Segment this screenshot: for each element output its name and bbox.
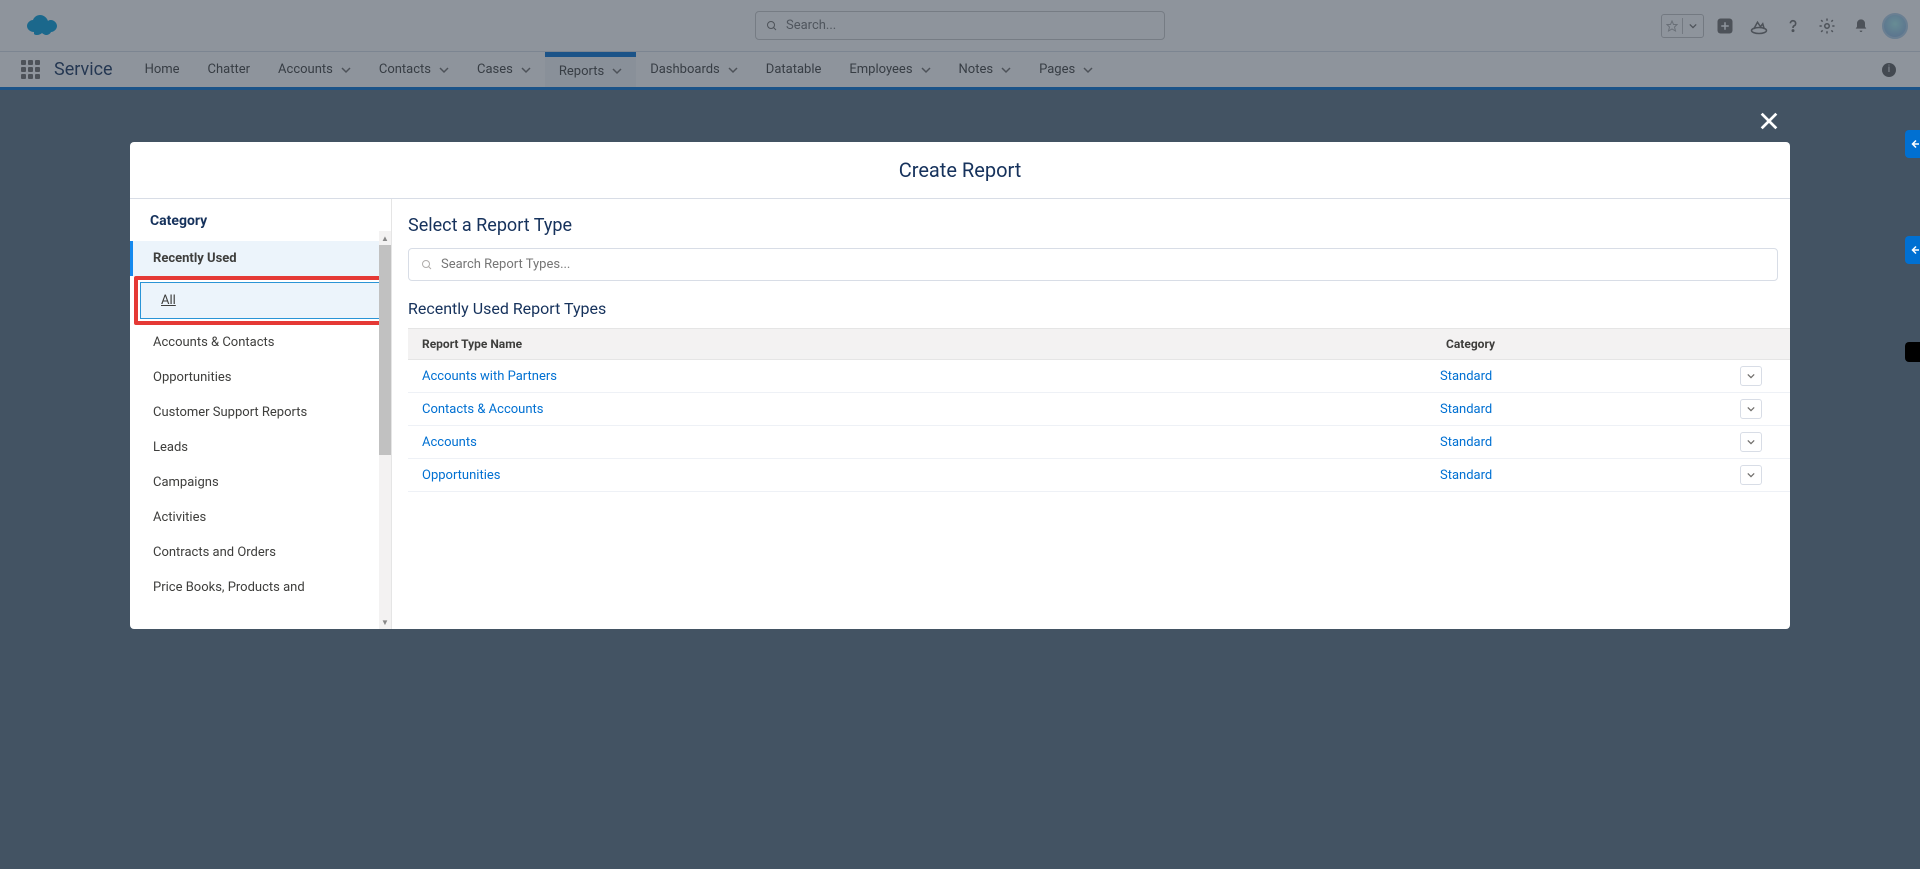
search-icon (421, 259, 433, 271)
report-type-link[interactable]: Accounts (422, 435, 1440, 450)
col-name: Report Type Name (422, 337, 1446, 351)
category-item-opportunities[interactable]: Opportunities (130, 360, 391, 395)
chevron-down-icon (1747, 372, 1755, 380)
arrow-icon (1909, 138, 1920, 150)
category-label: Activities (153, 510, 206, 525)
arrow-icon (1909, 244, 1920, 256)
report-type-category: Standard (1440, 435, 1740, 450)
close-button[interactable] (1758, 110, 1780, 136)
table-row[interactable]: Accounts Standard (408, 426, 1790, 459)
modal-backdrop: Create Report Category Recently Used All… (0, 90, 1920, 869)
scroll-down-arrow-icon[interactable]: ▼ (379, 615, 391, 629)
table-header: Report Type Name Category (408, 328, 1790, 360)
side-tab-2[interactable] (1905, 236, 1920, 264)
create-report-modal: Create Report Category Recently Used All… (130, 142, 1790, 629)
chevron-down-icon (1747, 405, 1755, 413)
category-label: Price Books, Products and (153, 580, 305, 595)
table-row[interactable]: Opportunities Standard (408, 459, 1790, 492)
category-label: Customer Support Reports (153, 405, 307, 420)
report-type-link[interactable]: Opportunities (422, 468, 1440, 483)
report-type-link[interactable]: Contacts & Accounts (422, 402, 1440, 417)
report-type-category: Standard (1440, 468, 1740, 483)
row-menu-button[interactable] (1740, 366, 1762, 386)
report-type-category: Standard (1440, 369, 1740, 384)
page-side-tabs (1905, 130, 1920, 362)
category-item-all[interactable]: All (140, 282, 381, 319)
chevron-down-icon (1747, 471, 1755, 479)
category-item-price-books[interactable]: Price Books, Products and (130, 570, 391, 605)
report-type-search[interactable] (408, 248, 1778, 281)
category-label: Campaigns (153, 475, 219, 490)
scroll-up-arrow-icon[interactable]: ▲ (379, 231, 391, 245)
category-item-recently-used[interactable]: Recently Used (130, 241, 391, 276)
category-label: Recently Used (153, 251, 237, 266)
scroll-thumb[interactable] (379, 245, 391, 455)
report-type-link[interactable]: Accounts with Partners (422, 369, 1440, 384)
table-row[interactable]: Accounts with Partners Standard (408, 360, 1790, 393)
side-tab-3[interactable] (1905, 342, 1920, 362)
report-type-search-input[interactable] (441, 257, 1765, 272)
category-list: Recently Used All Accounts & Contacts Op… (130, 241, 391, 629)
side-tab-1[interactable] (1905, 130, 1920, 158)
scrollbar[interactable]: ▲ ▼ (379, 231, 391, 629)
category-label: Leads (153, 440, 188, 455)
category-item-campaigns[interactable]: Campaigns (130, 465, 391, 500)
annotation-highlight: All (134, 276, 387, 325)
table-row[interactable]: Contacts & Accounts Standard (408, 393, 1790, 426)
category-item-customer-support[interactable]: Customer Support Reports (130, 395, 391, 430)
category-label: All (161, 293, 176, 308)
modal-title: Create Report (130, 142, 1790, 199)
category-item-accounts-contacts[interactable]: Accounts & Contacts (130, 325, 391, 360)
category-item-contracts-orders[interactable]: Contracts and Orders (130, 535, 391, 570)
chevron-down-icon (1747, 438, 1755, 446)
category-item-activities[interactable]: Activities (130, 500, 391, 535)
report-type-panel: Select a Report Type Recently Used Repor… (392, 199, 1790, 629)
panel-heading: Select a Report Type (408, 215, 1790, 236)
report-type-category: Standard (1440, 402, 1740, 417)
category-label: Opportunities (153, 370, 231, 385)
category-label: Contracts and Orders (153, 545, 276, 560)
row-menu-button[interactable] (1740, 465, 1762, 485)
close-icon (1758, 110, 1780, 132)
category-item-leads[interactable]: Leads (130, 430, 391, 465)
col-category: Category (1446, 337, 1776, 351)
row-menu-button[interactable] (1740, 432, 1762, 452)
category-sidebar: Category Recently Used All Accounts & Co… (130, 199, 392, 629)
row-menu-button[interactable] (1740, 399, 1762, 419)
sidebar-title: Category (130, 199, 391, 241)
list-heading: Recently Used Report Types (408, 299, 1790, 318)
category-label: Accounts & Contacts (153, 335, 275, 350)
